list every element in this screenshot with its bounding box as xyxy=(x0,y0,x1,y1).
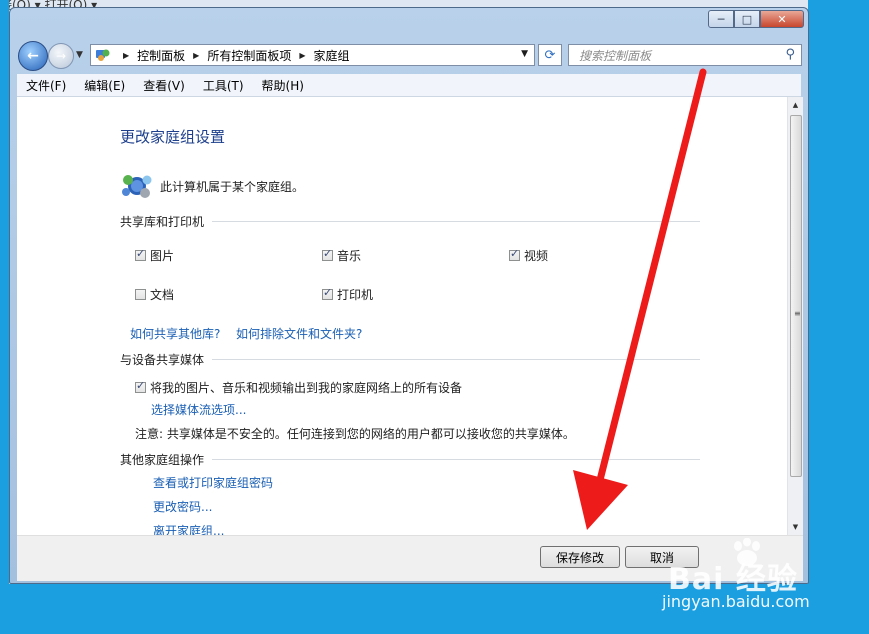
checkbox-checked-icon[interactable] xyxy=(509,247,520,261)
checkbox-videos[interactable]: 视频 xyxy=(509,247,548,264)
breadcrumb-control-panel[interactable]: 控制面板 xyxy=(137,47,185,64)
search-input[interactable] xyxy=(577,46,781,66)
checkbox-label: 打印机 xyxy=(337,288,374,302)
menu-tools[interactable]: 工具(T) xyxy=(194,77,253,94)
checkbox-printers[interactable]: 打印机 xyxy=(322,286,373,303)
refresh-button[interactable]: ⟳ xyxy=(538,44,562,66)
address-row: ← → ▼ ▶ 控制面板 ▶ 所有控制面板项 ▶ 家庭组 ▼ ⟳ 搜索控制面板 … xyxy=(18,41,802,71)
address-dropdown-icon[interactable]: ▼ xyxy=(521,49,528,59)
breadcrumb-separator-icon: ▶ xyxy=(193,50,200,60)
refresh-icon: ⟳ xyxy=(544,47,556,63)
checkbox-label: 将我的图片、音乐和视频输出到我的家庭网络上的所有设备 xyxy=(150,381,463,395)
menu-help[interactable]: 帮助(H) xyxy=(253,77,313,94)
vertical-scrollbar[interactable]: ▲ ≡ ▼ xyxy=(787,97,803,535)
checkbox-checked-icon[interactable] xyxy=(322,247,333,261)
minimize-button[interactable]: ─ xyxy=(708,10,734,28)
link-share-other-libraries[interactable]: 如何共享其他库? xyxy=(130,325,220,342)
checkbox-checked-icon[interactable] xyxy=(135,379,146,393)
watermark-url: jingyan.baidu.com xyxy=(662,592,810,611)
menu-view[interactable]: 查看(V) xyxy=(134,77,194,94)
recent-pages-dropdown-icon[interactable]: ▼ xyxy=(76,50,83,60)
desktop-background xyxy=(0,0,9,634)
back-arrow-icon: ← xyxy=(27,48,39,64)
link-view-print-password[interactable]: 查看或打印家庭组密码 xyxy=(153,474,273,491)
breadcrumb-separator-icon: ▶ xyxy=(123,50,130,60)
section-heading: 与设备共享媒体 xyxy=(120,353,205,367)
control-panel-icon xyxy=(95,48,111,62)
other-section-header: 其他家庭组操作 xyxy=(120,451,700,468)
homegroup-status-text: 此计算机属于某个家庭组。 xyxy=(160,179,305,194)
divider xyxy=(212,459,700,460)
checkbox-unchecked-icon[interactable] xyxy=(135,289,146,300)
menu-bar: 文件(F) 编辑(E) 查看(V) 工具(T) 帮助(H) xyxy=(17,74,801,97)
checkbox-checked-icon[interactable] xyxy=(322,286,333,300)
forward-button[interactable]: → xyxy=(48,43,74,69)
content-pane: 更改家庭组设置 此计算机属于某个家庭组。 共享库和打印机 图片 xyxy=(17,97,787,538)
grip-icon: ≡ xyxy=(794,309,801,318)
page-title: 更改家庭组设置 xyxy=(120,128,226,146)
media-section-header: 与设备共享媒体 xyxy=(120,351,700,368)
security-note: 注意: 共享媒体是不安全的。任何连接到您的网络的用户都可以接收您的共享媒体。 xyxy=(135,427,575,441)
scroll-thumb[interactable]: ≡ xyxy=(790,115,802,477)
checkbox-label: 视频 xyxy=(524,249,549,263)
homegroup-status: 此计算机属于某个家庭组。 xyxy=(120,172,304,200)
section-heading: 共享库和打印机 xyxy=(120,215,205,229)
homegroup-icon xyxy=(120,172,154,200)
menu-edit[interactable]: 编辑(E) xyxy=(75,77,134,94)
checkbox-documents[interactable]: 文档 xyxy=(135,286,174,303)
baidu-watermark: Bai 经验 jingyan.baidu.com xyxy=(660,536,830,616)
checkbox-pictures[interactable]: 图片 xyxy=(135,247,174,264)
maximize-button[interactable]: □ xyxy=(734,10,760,28)
homegroup-window: ─ □ ✕ ← → ▼ ▶ 控制面板 ▶ 所有控制面板项 ▶ 家庭组 ▼ ⟳ 搜… xyxy=(9,7,809,584)
section-heading: 其他家庭组操作 xyxy=(120,453,205,467)
search-icon[interactable]: ⚲ xyxy=(785,47,795,62)
link-media-streaming-options[interactable]: 选择媒体流选项... xyxy=(151,401,246,418)
scroll-up-icon[interactable]: ▲ xyxy=(788,97,803,113)
link-change-password[interactable]: 更改密码... xyxy=(153,498,212,515)
divider xyxy=(212,221,700,222)
scroll-down-icon[interactable]: ▼ xyxy=(788,519,803,535)
checkbox-stream-media[interactable]: 将我的图片、音乐和视频输出到我的家庭网络上的所有设备 xyxy=(135,379,462,396)
save-changes-button[interactable]: 保存修改 xyxy=(540,546,620,568)
menu-file[interactable]: 文件(F) xyxy=(17,77,75,94)
divider xyxy=(212,359,700,360)
share-section-header: 共享库和打印机 xyxy=(120,213,700,230)
breadcrumb: ▶ 控制面板 ▶ 所有控制面板项 ▶ 家庭组 xyxy=(115,47,350,64)
back-button[interactable]: ← xyxy=(18,41,48,71)
link-exclude-files[interactable]: 如何排除文件和文件夹? xyxy=(236,325,362,342)
caption-buttons: ─ □ ✕ xyxy=(708,10,804,28)
checkbox-label: 文档 xyxy=(150,288,175,302)
checkbox-label: 图片 xyxy=(150,249,175,263)
search-box: ⚲ xyxy=(568,44,802,66)
breadcrumb-homegroup[interactable]: 家庭组 xyxy=(314,47,350,64)
forward-arrow-icon: → xyxy=(55,49,67,63)
address-bar[interactable]: ▶ 控制面板 ▶ 所有控制面板项 ▶ 家庭组 ▼ xyxy=(90,44,535,66)
breadcrumb-all-items[interactable]: 所有控制面板项 xyxy=(207,47,291,64)
checkbox-music[interactable]: 音乐 xyxy=(322,247,361,264)
breadcrumb-separator-icon: ▶ xyxy=(299,50,306,60)
close-button[interactable]: ✕ xyxy=(760,10,804,28)
checkbox-label: 音乐 xyxy=(337,249,362,263)
checkbox-checked-icon[interactable] xyxy=(135,247,146,261)
